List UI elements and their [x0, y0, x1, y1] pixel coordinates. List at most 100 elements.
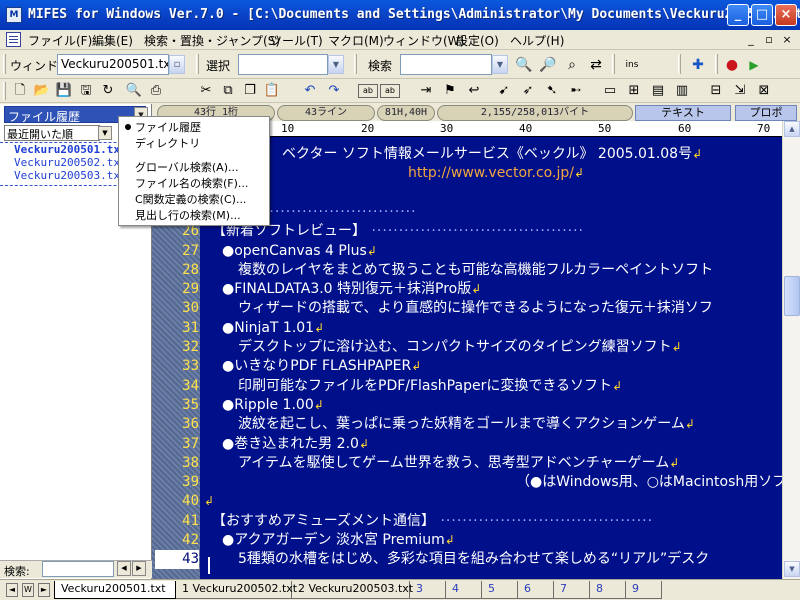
chevron-left-icon[interactable]: ◀: [117, 561, 131, 576]
tab-prev-icon[interactable]: W: [22, 583, 34, 597]
popup-item-cfunc-search[interactable]: C関数定義の検索(C)...: [135, 191, 246, 207]
marker3-icon[interactable]: ➷: [542, 81, 562, 101]
editor-line[interactable]: ウィザードの搭載で、より直感的に操作できるようになった復元＋抹消ソフ: [238, 299, 713, 318]
redo-icon[interactable]: ↷: [324, 81, 344, 101]
editor-line[interactable]: http://www.vector.co.jp/↲: [408, 164, 584, 183]
toolbar-grip[interactable]: [196, 54, 199, 74]
editor-line[interactable]: 波紋を起こし、葉っぱに乗った妖精をゴールまで導くアクションゲーム↲: [238, 415, 695, 434]
toolbar-grip[interactable]: [612, 54, 615, 74]
editor-line[interactable]: ●巻き込まれた男 2.0↲: [222, 435, 369, 454]
window-list-icon[interactable]: ▫: [169, 55, 185, 74]
editor-line[interactable]: デスクトップに溶け込む、コンパクトサイズのタイピング練習ソフト↲: [238, 338, 682, 357]
proportional-mode-button[interactable]: プロポ: [735, 105, 797, 121]
editor-line[interactable]: 【おすすめアミューズメント通信】 ·······················…: [212, 512, 653, 531]
tab-document[interactable]: 2 Veckuru200503.txt: [292, 581, 413, 599]
char-code-indicator[interactable]: 81H,40H: [377, 105, 435, 121]
sort-order-select[interactable]: 最近開いた順: [4, 125, 100, 141]
window2-icon[interactable]: ⊞: [624, 81, 644, 101]
toolbar-grip[interactable]: [715, 54, 718, 74]
tab-document[interactable]: 7: [554, 581, 590, 599]
cut-icon[interactable]: ✂: [196, 81, 216, 101]
editor-line[interactable]: ●アクアガーデン 淡水宮 Premium↲: [222, 531, 455, 550]
save-icon[interactable]: 💾: [54, 81, 74, 101]
jump-icon[interactable]: ⇥: [416, 81, 436, 101]
back-icon[interactable]: ↩: [464, 81, 484, 101]
abc-icon[interactable]: ab: [358, 84, 378, 98]
editor-line[interactable]: ●openCanvas 4 Plus↲: [222, 242, 377, 261]
record-icon[interactable]: ●: [722, 55, 742, 75]
text-mode-button[interactable]: テキスト: [635, 105, 731, 121]
tile-icon[interactable]: ▤: [648, 81, 668, 101]
popup-item-global-search[interactable]: グローバル検索(A)...: [135, 159, 239, 175]
tab-first-icon[interactable]: ◄: [6, 583, 18, 597]
preview-icon[interactable]: 🔍: [124, 81, 144, 101]
mdi-close-button[interactable]: ×: [780, 33, 794, 47]
scroll-up-icon[interactable]: ▲: [784, 121, 800, 137]
new-file-icon[interactable]: 🗋: [10, 81, 30, 101]
search-prev-icon[interactable]: 🔎: [538, 55, 558, 75]
select-input[interactable]: [238, 54, 328, 75]
tab-document[interactable]: Veckuru200501.txt: [54, 581, 176, 599]
document-icon[interactable]: [6, 32, 21, 47]
add-icon[interactable]: ✚: [688, 55, 708, 75]
marker-icon[interactable]: ➹: [494, 81, 514, 101]
editor-line[interactable]: （●はWindows用、○はMacintosh用ソフ: [516, 473, 786, 492]
editor-line[interactable]: アイテムを駆使してゲーム世界を救う、思考型アドベンチャーゲーム↲: [238, 454, 679, 473]
replace-icon[interactable]: ⇄: [586, 55, 606, 75]
app-logo-icon[interactable]: M: [6, 7, 22, 23]
tab-document[interactable]: 5: [482, 581, 518, 599]
vertical-scrollbar[interactable]: ▲ ▼: [782, 121, 800, 579]
refresh-icon[interactable]: ↻: [98, 81, 118, 101]
menu-settings[interactable]: 設定(O): [456, 32, 499, 49]
exit-icon[interactable]: ⇲: [730, 81, 750, 101]
copy-icon[interactable]: ⧉: [218, 81, 238, 101]
play-icon[interactable]: ▶: [744, 55, 764, 75]
menu-window[interactable]: ウィンドウ(W): [383, 32, 464, 49]
toolbar-grip[interactable]: [678, 54, 681, 74]
mdi-restore-button[interactable]: ▫: [762, 33, 776, 47]
editor-line[interactable]: ●いきなりPDF FLASHPAPER↲: [222, 357, 421, 376]
search-all-icon[interactable]: ⌕: [562, 55, 582, 75]
minimize-button[interactable]: _: [727, 4, 749, 26]
panel-search-input[interactable]: [42, 561, 114, 577]
editor-line[interactable]: ●FINALDATA3.0 特別復元＋抹消Pro版↲: [222, 280, 481, 299]
tab-document[interactable]: 6: [518, 581, 554, 599]
editor-line[interactable]: 5種類の水槽をはじめ、多彩な項目を組み合わせて楽しめる“リアル”デスク: [238, 550, 709, 569]
toolbar-grip[interactable]: [3, 54, 6, 74]
abc2-icon[interactable]: ab: [380, 84, 400, 98]
search-next-icon[interactable]: 🔍: [514, 55, 534, 75]
undo-icon[interactable]: ↶: [300, 81, 320, 101]
popup-item-heading-search[interactable]: 見出し行の検索(M)...: [135, 207, 241, 223]
marker4-icon[interactable]: ➸: [566, 81, 586, 101]
popup-item-file-history[interactable]: ファイル履歴: [135, 119, 201, 135]
maximize-button[interactable]: □: [751, 4, 773, 26]
save-all-icon[interactable]: 🖫: [76, 81, 96, 101]
marker2-icon[interactable]: ➶: [518, 81, 538, 101]
window1-icon[interactable]: ▭: [600, 81, 620, 101]
line-count-indicator[interactable]: 43ライン: [277, 105, 375, 121]
tab-document[interactable]: 1 Veckuru200502.txt: [176, 581, 297, 599]
menu-file[interactable]: ファイル(F): [28, 32, 92, 49]
tab-document[interactable]: 3: [410, 581, 446, 599]
menu-macro[interactable]: マクロ(M): [328, 32, 384, 49]
editor-line[interactable]: ●NinjaT 1.01↲: [222, 319, 324, 338]
close-button[interactable]: ×: [775, 4, 797, 26]
editor-line[interactable]: ベクター ソフト情報メールサービス《ベックル》 2005.01.08号↲: [282, 145, 702, 164]
copy2-icon[interactable]: ❐: [240, 81, 260, 101]
chevron-down-icon[interactable]: ▼: [328, 55, 344, 74]
menu-help[interactable]: ヘルプ(H): [510, 32, 564, 49]
scroll-down-icon[interactable]: ▼: [784, 561, 800, 577]
window-select[interactable]: Veckuru200501.txt: [57, 54, 169, 75]
mdi-minimize-button[interactable]: _: [744, 33, 758, 47]
editor-line[interactable]: ↲: [204, 492, 214, 511]
tag-icon[interactable]: ⚑: [440, 81, 460, 101]
chevron-down-icon[interactable]: ▼: [492, 55, 508, 74]
print-icon[interactable]: ⎙: [146, 81, 166, 101]
paste-icon[interactable]: 📋: [262, 81, 282, 101]
search-input[interactable]: [400, 54, 492, 75]
popup-item-directory[interactable]: ディレクトリ: [135, 135, 200, 151]
tab-document[interactable]: 4: [446, 581, 482, 599]
editor-line[interactable]: ●Ripple 1.00↲: [222, 396, 324, 415]
tab-document[interactable]: 9: [626, 581, 662, 599]
scroll-thumb[interactable]: [784, 276, 800, 316]
